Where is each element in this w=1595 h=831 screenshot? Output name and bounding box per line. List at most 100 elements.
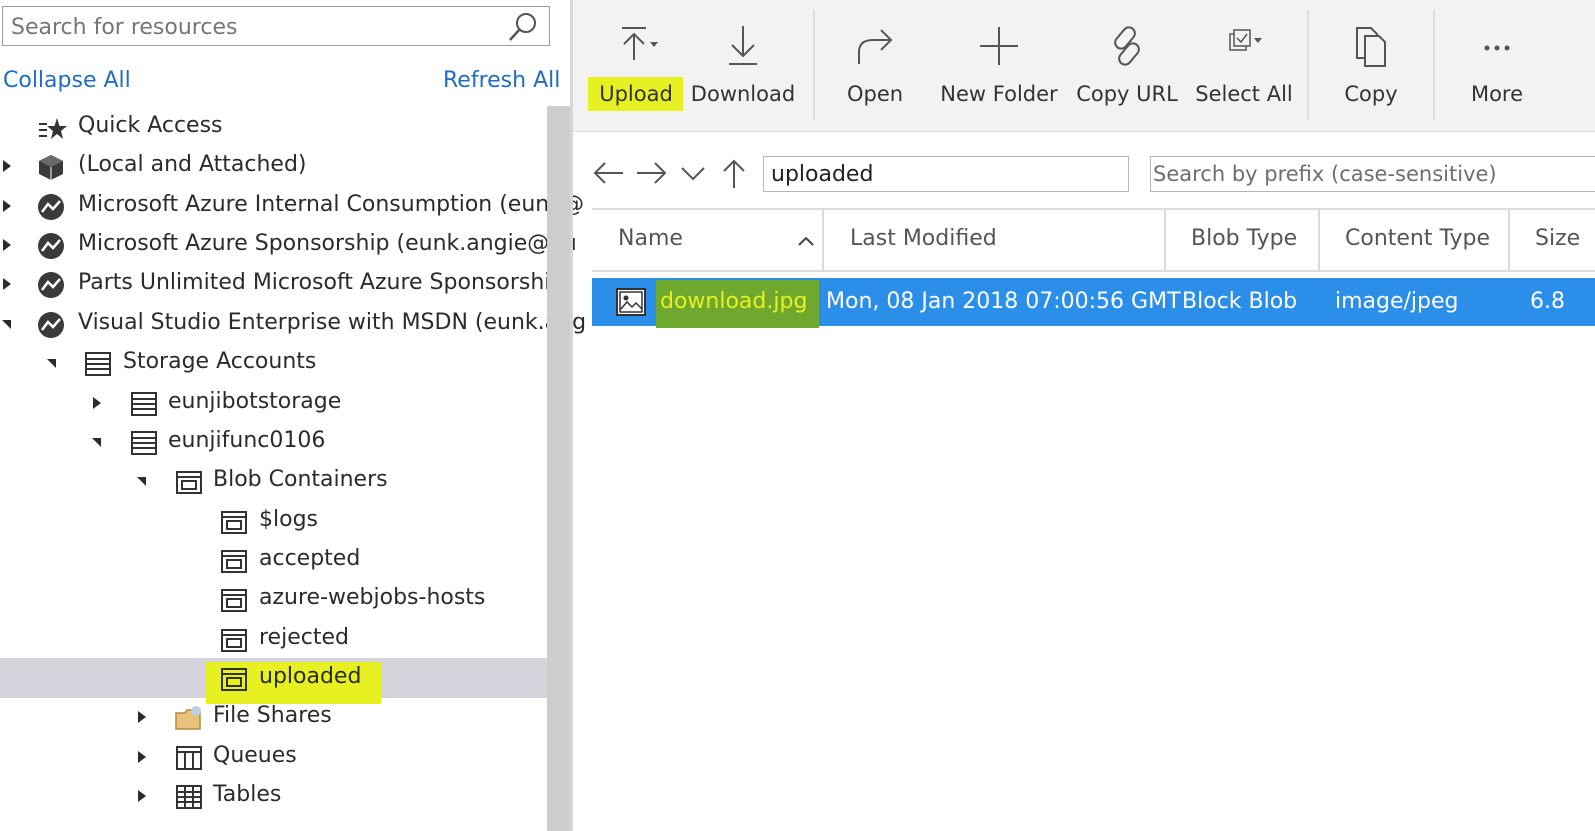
column-label: Size <box>1535 226 1581 251</box>
tree-item-azure-webjobs-hosts[interactable]: azure-webjobs-hosts <box>0 579 547 619</box>
refresh-all-link[interactable]: Refresh All <box>443 68 560 93</box>
column-header-name[interactable]: Name <box>592 210 824 270</box>
upload-button[interactable]: Upload <box>585 0 687 131</box>
storage-icon <box>130 390 158 418</box>
toolbar: Upload Download Open New Folder Copy URL… <box>573 0 1595 132</box>
collapse-arrow-icon[interactable] <box>47 359 56 368</box>
prefix-search-input[interactable] <box>1150 156 1595 192</box>
blob-name[interactable]: download.jpg <box>660 289 807 314</box>
collapse-all-link[interactable]: Collapse All <box>3 68 131 93</box>
queues-icon <box>175 744 203 772</box>
expand-arrow-icon[interactable] <box>3 160 11 172</box>
expand-arrow-icon[interactable] <box>3 200 11 212</box>
tree-item-label: Blob Containers <box>213 467 388 492</box>
expand-arrow-icon[interactable] <box>138 711 146 723</box>
tree-item-storage-accounts[interactable]: Storage Accounts <box>0 343 547 383</box>
expand-arrow-icon[interactable] <box>3 239 11 251</box>
tree-item-subscription-vs-enterprise[interactable]: Visual Studio Enterprise with MSDN (eunk… <box>0 304 586 344</box>
subscription-icon <box>37 232 65 260</box>
tree-item-eunjibotstorage[interactable]: eunjibotstorage <box>0 383 547 423</box>
container-icon <box>220 665 248 693</box>
expand-arrow-icon[interactable] <box>138 790 146 802</box>
collapse-arrow-icon[interactable] <box>137 477 146 486</box>
column-label: Last Modified <box>850 226 997 251</box>
collapse-arrow-icon[interactable] <box>92 438 101 447</box>
expand-arrow-icon[interactable] <box>138 751 146 763</box>
tree-item-file-shares[interactable]: File Shares <box>0 697 547 737</box>
tree-item-quick-access[interactable]: Quick Access <box>0 107 547 147</box>
toolbar-separator <box>1307 10 1309 120</box>
select-all-button[interactable]: Select All <box>1191 0 1297 131</box>
link-icon <box>1105 24 1149 72</box>
copy-icon <box>1351 24 1391 72</box>
tree-item-subscription-internal[interactable]: Microsoft Azure Internal Consumption (eu… <box>0 186 584 226</box>
chevron-down-icon[interactable] <box>679 159 707 191</box>
tree-item-logs[interactable]: $logs <box>0 501 547 541</box>
storage-icon <box>130 429 158 457</box>
tree-item-subscription-sponsorship[interactable]: Microsoft Azure Sponsorship (eunk.angie@… <box>0 225 577 265</box>
resource-search-box[interactable] <box>2 6 550 47</box>
resource-search-input[interactable] <box>3 7 493 47</box>
container-icon <box>220 626 248 654</box>
expand-arrow-icon[interactable] <box>93 397 101 409</box>
tables-icon <box>175 783 203 811</box>
tree-item-tables[interactable]: Tables <box>0 776 547 816</box>
copy-button[interactable]: Copy <box>1318 0 1424 131</box>
image-file-icon <box>616 288 646 320</box>
quick-access-icon <box>37 114 67 142</box>
open-button[interactable]: Open <box>825 0 925 131</box>
tree-item-label: Microsoft Azure Internal Consumption (eu… <box>78 192 584 217</box>
column-header-last-modified[interactable]: Last Modified <box>824 210 1166 270</box>
tree-item-eunjifunc0106[interactable]: eunjifunc0106 <box>0 422 547 462</box>
tree-item-blob-containers[interactable]: Blob Containers <box>0 461 547 501</box>
collapse-arrow-icon[interactable] <box>2 320 11 329</box>
tree-item-label: $logs <box>259 507 318 532</box>
more-button[interactable]: More <box>1445 0 1549 131</box>
expand-arrow-icon[interactable] <box>3 278 11 290</box>
open-icon <box>853 24 897 72</box>
tree-item-label: Parts Unlimited Microsoft Azure Sponsors… <box>78 270 565 295</box>
tree-item-label: Storage Accounts <box>123 349 317 374</box>
select-all-icon <box>1220 24 1268 68</box>
blob-grid-header: Name Last Modified Blob Type Content Typ… <box>592 208 1595 272</box>
tree-scrollbar[interactable] <box>547 106 570 831</box>
table-row[interactable]: download.jpg Mon, 08 Jan 2018 07:00:56 G… <box>592 278 1595 328</box>
tree-item-label: rejected <box>259 625 349 650</box>
tree-item-label: azure-webjobs-hosts <box>259 585 486 610</box>
copy-url-label: Copy URL <box>1076 82 1178 106</box>
column-label: Content Type <box>1345 226 1491 251</box>
column-header-content-type[interactable]: Content Type <box>1320 210 1510 270</box>
tree-item-local-attached[interactable]: (Local and Attached) <box>0 146 547 186</box>
tree-item-label: File Shares <box>213 703 332 728</box>
upload-label: Upload <box>599 82 673 106</box>
container-icon <box>220 508 248 536</box>
tree-item-rejected[interactable]: rejected <box>0 619 547 659</box>
column-header-size[interactable]: Size <box>1510 210 1595 270</box>
path-input[interactable] <box>763 156 1129 192</box>
blob-type: Block Blob <box>1182 289 1298 314</box>
plus-icon <box>977 24 1021 72</box>
search-icon[interactable] <box>507 11 539 47</box>
blob-last-modified: Mon, 08 Jan 2018 07:00:56 GMT <box>826 289 1181 314</box>
forward-arrow-icon[interactable] <box>635 159 667 191</box>
tree-item-label: eunjifunc0106 <box>168 428 326 453</box>
column-header-blob-type[interactable]: Blob Type <box>1166 210 1320 270</box>
download-button[interactable]: Download <box>690 0 796 131</box>
tree-item-queues[interactable]: Queues <box>0 737 547 777</box>
tree-item-accepted[interactable]: accepted <box>0 540 547 580</box>
tree-item-subscription-parts-unlimited[interactable]: Parts Unlimited Microsoft Azure Sponsors… <box>0 264 564 304</box>
select-all-label: Select All <box>1195 82 1293 106</box>
tree-item-uploaded[interactable]: uploaded <box>0 658 547 698</box>
tree-item-label: Queues <box>213 743 297 768</box>
copy-label: Copy <box>1344 82 1398 106</box>
sort-ascending-icon[interactable] <box>797 232 815 251</box>
tree-item-label: Quick Access <box>78 113 223 138</box>
tree-item-label: Microsoft Azure Sponsorship (eunk.angie@… <box>78 231 577 256</box>
copy-url-button[interactable]: Copy URL <box>1070 0 1184 131</box>
subscription-icon <box>37 193 65 221</box>
up-arrow-icon[interactable] <box>720 159 748 193</box>
new-folder-button[interactable]: New Folder <box>937 0 1061 131</box>
column-label: Name <box>618 226 683 251</box>
tree-item-label: Visual Studio Enterprise with MSDN (eunk… <box>78 310 587 335</box>
back-arrow-icon[interactable] <box>593 159 625 191</box>
